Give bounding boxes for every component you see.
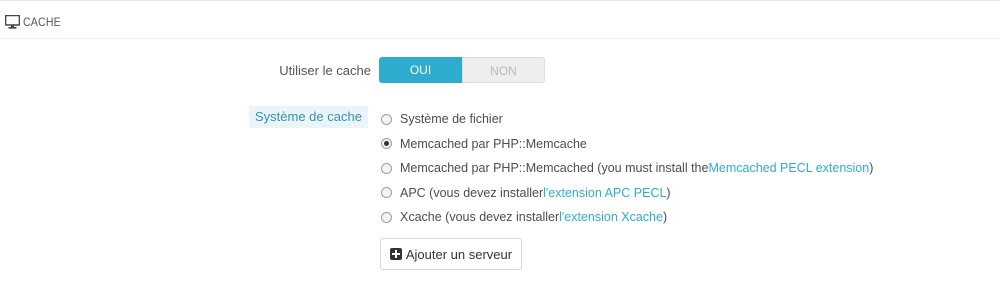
- option-text: Memcached par PHP::Memcached (you must i…: [400, 161, 709, 176]
- option-suffix: ): [869, 161, 874, 176]
- use-cache-yes-option[interactable]: OUI: [379, 57, 462, 83]
- cache-system-radio-group: Système de fichier Memcached par PHP::Me…: [381, 107, 873, 230]
- apc-pecl-link[interactable]: l'extension APC PECL: [543, 186, 666, 200]
- xcache-link[interactable]: l'extension Xcache: [559, 210, 663, 224]
- radio-button[interactable]: [381, 187, 392, 199]
- radio-button[interactable]: [381, 113, 392, 125]
- radio-button[interactable]: [381, 211, 392, 223]
- memcached-pecl-link[interactable]: Memcached PECL extension: [708, 161, 869, 175]
- cache-option-memcache[interactable]: Memcached par PHP::Memcache: [381, 132, 873, 157]
- panel-heading: CACHE: [0, 5, 1000, 39]
- option-text: APC (vous devez installer: [400, 185, 544, 200]
- cache-system-label: Système de cache: [249, 106, 368, 128]
- option-text: Xcache (vous devez installer: [400, 210, 560, 225]
- add-server-label: Ajouter un serveur: [405, 246, 513, 262]
- cache-option-apc[interactable]: APC (vous devez installer l'extension AP…: [381, 181, 873, 206]
- cache-option-filesystem[interactable]: Système de fichier: [381, 107, 873, 132]
- cache-option-memcached[interactable]: Memcached par PHP::Memcached (you must i…: [381, 156, 873, 181]
- option-suffix: ): [662, 210, 668, 225]
- use-cache-switch[interactable]: OUI NON: [379, 57, 545, 83]
- option-suffix: ): [666, 185, 671, 200]
- desktop-icon: [5, 14, 20, 29]
- add-server-button[interactable]: Ajouter un serveur: [380, 238, 522, 270]
- use-cache-label: Utiliser le cache: [279, 63, 371, 78]
- panel-title: CACHE: [23, 14, 61, 29]
- radio-button[interactable]: [381, 162, 392, 174]
- radio-button[interactable]: [381, 138, 392, 150]
- use-cache-no-option[interactable]: NON: [462, 57, 545, 83]
- plus-square-icon: [389, 248, 402, 260]
- option-text: Système de fichier: [400, 112, 503, 127]
- option-text: Memcached par PHP::Memcache: [400, 136, 587, 151]
- cache-panel: CACHE Utiliser le cache OUI NON Système …: [0, 0, 1000, 284]
- cache-option-xcache[interactable]: Xcache (vous devez installer l'extension…: [381, 205, 873, 230]
